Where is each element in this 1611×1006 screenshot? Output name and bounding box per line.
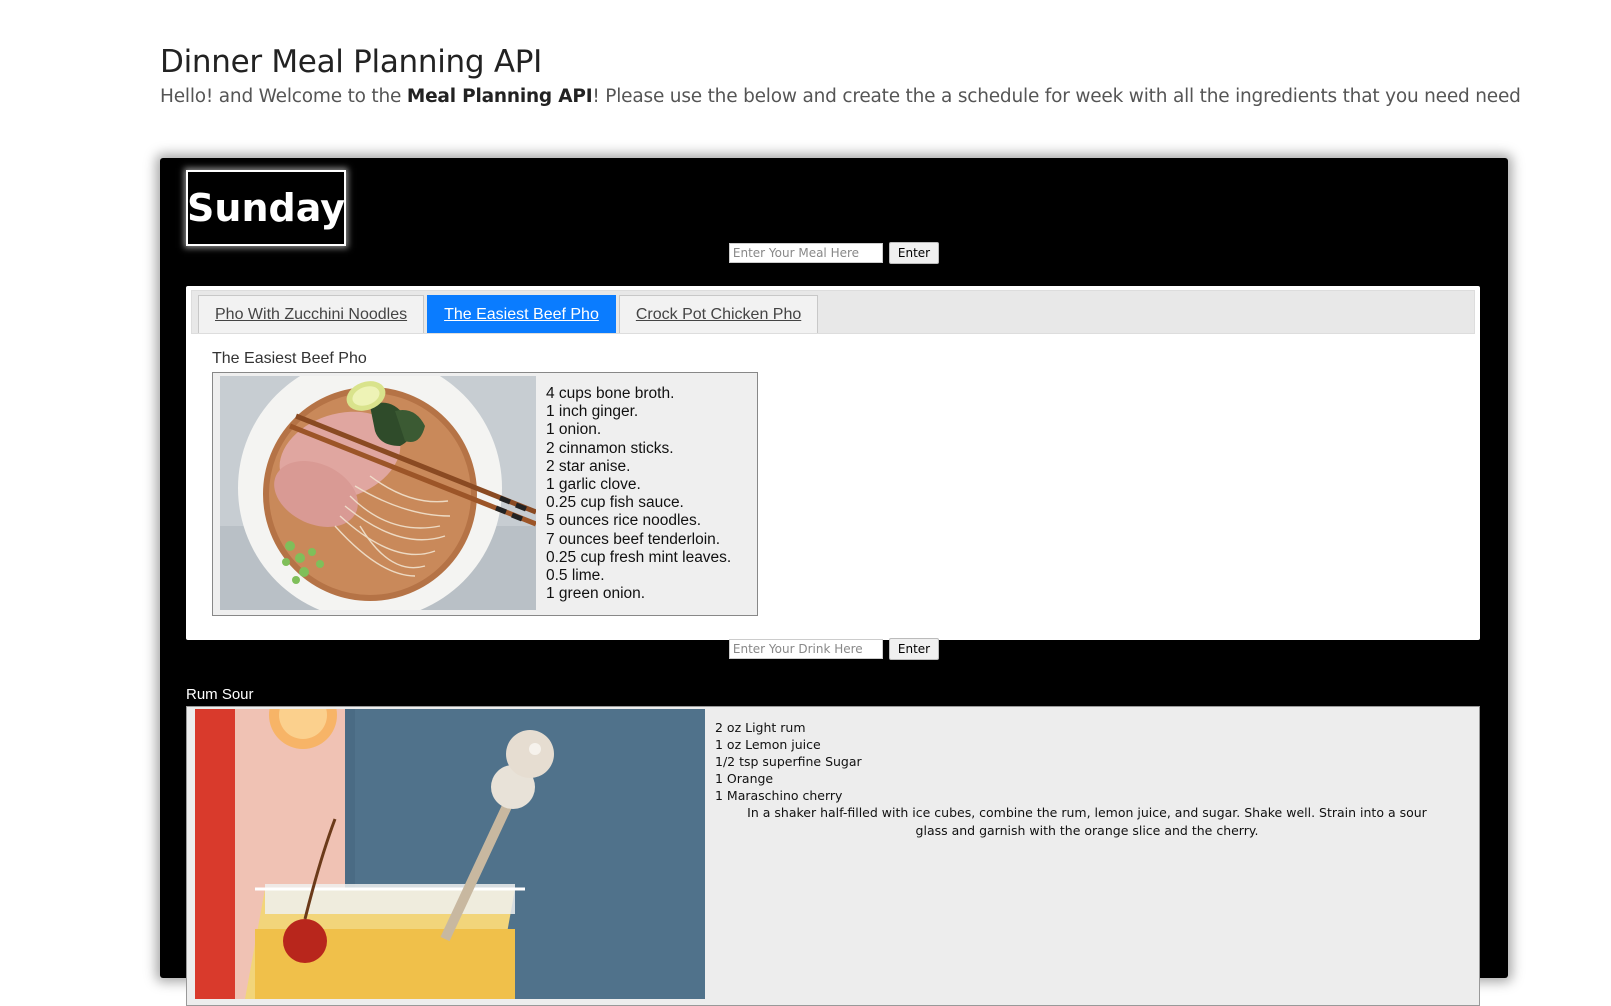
day-title-box: Sunday <box>186 170 346 246</box>
page-header: Dinner Meal Planning API Hello! and Welc… <box>160 44 1580 107</box>
drink-instructions: In a shaker half-filled with ice cubes, … <box>747 805 1427 838</box>
drink-ingredient-item: 1 oz Lemon juice <box>715 737 821 752</box>
recipe-ingredient-list: 4 cups bone broth. 1 inch ginger. 1 onio… <box>546 385 731 603</box>
drink-ingredient-item: 1/2 tsp superfine Sugar <box>715 754 862 769</box>
tab-crock-pot-chicken-pho[interactable]: Crock Pot Chicken Pho <box>618 295 819 333</box>
meal-input[interactable] <box>728 243 883 263</box>
rum-sour-image <box>195 709 705 999</box>
drink-form: Enter <box>160 638 1508 660</box>
day-panel: Sunday Enter Pho With Zucchini Noodles T… <box>160 158 1508 1006</box>
drink-input[interactable] <box>728 639 883 659</box>
drink-ingredient-item: 2 oz Light rum <box>715 720 806 735</box>
tab-the-easiest-beef-pho[interactable]: The Easiest Beef Pho <box>427 295 616 333</box>
ingredient-item: 1 garlic clove. <box>546 476 641 494</box>
meal-enter-button[interactable]: Enter <box>888 242 940 264</box>
intro-text: Hello! and Welcome to the Meal Planning … <box>160 86 1580 107</box>
day-title: Sunday <box>187 186 345 230</box>
ingredient-item: 4 cups bone broth. <box>546 385 675 402</box>
drink-ingredient-item: 1 Orange <box>715 771 774 786</box>
meal-card: Pho With Zucchini Noodles The Easiest Be… <box>186 286 1480 640</box>
drink-enter-button[interactable]: Enter <box>888 638 940 660</box>
drink-ingredient-item: 1 Maraschino cherry <box>715 788 843 803</box>
ingredient-item: 2 star anise. <box>546 457 631 475</box>
intro-text-api-name: Meal Planning API <box>406 86 593 107</box>
ingredient-item: 0.25 cup fresh mint leaves. <box>546 548 732 566</box>
ingredient-item: 2 cinnamon sticks. <box>546 439 674 457</box>
recipe-tab-bar: Pho With Zucchini Noodles The Easiest Be… <box>191 290 1475 334</box>
ingredient-item: 1 inch ginger. <box>546 403 639 421</box>
drink-ingredient-list: 2 oz Light rum 1 oz Lemon juice 1/2 tsp … <box>715 719 862 804</box>
beef-pho-image <box>220 376 536 610</box>
intro-text-start: Hello! and Welcome to the <box>160 86 407 107</box>
ingredient-item: 5 ounces rice noodles. <box>546 512 702 530</box>
intro-text-end: ! Please use the below and create the a … <box>592 86 1521 107</box>
tab-pho-with-zucchini-noodles[interactable]: Pho With Zucchini Noodles <box>198 295 425 333</box>
ingredient-item: 1 onion. <box>546 421 602 439</box>
page-title: Dinner Meal Planning API <box>160 44 542 80</box>
drink-card: 2 oz Light rum 1 oz Lemon juice 1/2 tsp … <box>186 706 1480 1006</box>
recipe-box: 4 cups bone broth. 1 inch ginger. 1 onio… <box>212 372 758 616</box>
meal-form: Enter <box>160 242 1508 264</box>
ingredient-item: 1 green onion. <box>546 585 646 603</box>
drink-name: Rum Sour <box>186 686 254 703</box>
ingredient-item: 0.5 lime. <box>546 567 605 585</box>
recipe-name: The Easiest Beef Pho <box>212 350 367 367</box>
ingredient-item: 7 ounces beef tenderloin. <box>546 530 721 548</box>
ingredient-item: 0.25 cup fish sauce. <box>546 494 684 512</box>
